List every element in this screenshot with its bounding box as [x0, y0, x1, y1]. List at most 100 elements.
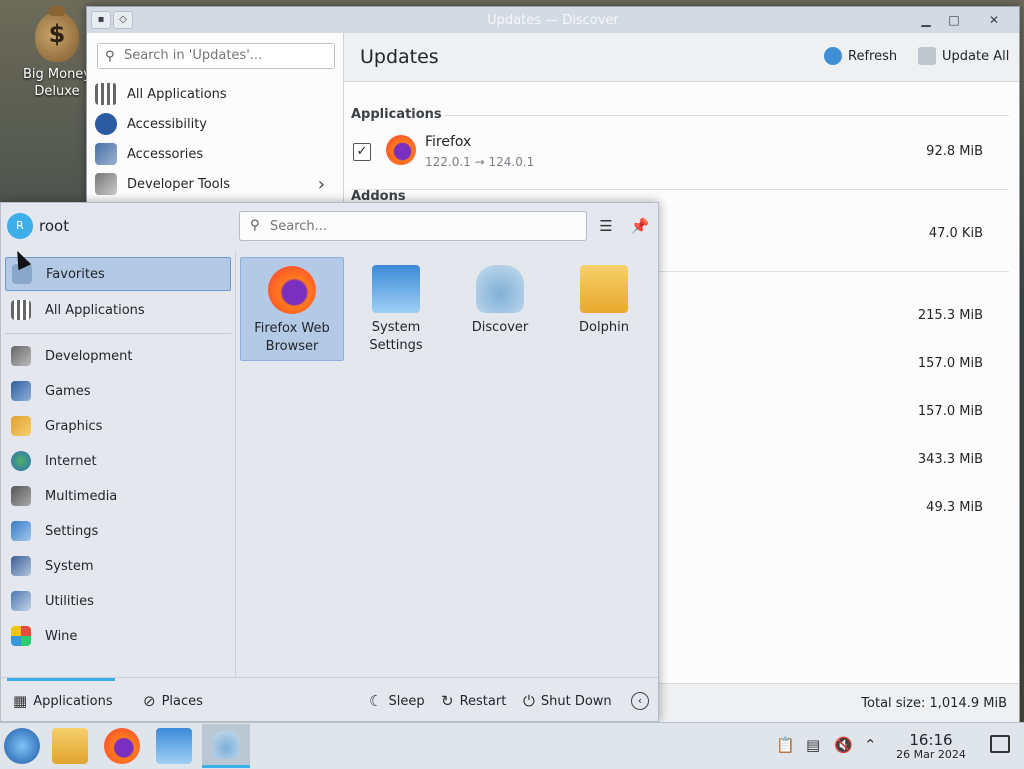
update-item-version: 122.0.1 → 124.0.1	[425, 155, 535, 169]
close-icon[interactable]: ✕	[981, 10, 1007, 30]
update-item-size: 49.3 MiB	[926, 500, 983, 515]
category-label: Favorites	[46, 266, 105, 282]
show-desktop-icon[interactable]	[990, 735, 1010, 753]
category-all-applications[interactable]: All Applications	[5, 293, 231, 327]
update-item-size: 47.0 KiB	[928, 226, 983, 241]
launcher-search-input[interactable]	[268, 218, 572, 235]
update-all-button[interactable]: Update All	[918, 47, 1009, 65]
tab-label: Places	[161, 693, 203, 709]
maximize-icon[interactable]: □	[941, 10, 967, 30]
clock-date: 26 Mar 2024	[896, 748, 966, 761]
sidebar-item-accessories[interactable]: Accessories	[95, 139, 335, 169]
start-menu-icon[interactable]	[4, 728, 40, 764]
favorites-grid: Firefox Web Browser System Settings Disc…	[237, 251, 658, 677]
graphics-icon	[11, 416, 31, 436]
configure-icon[interactable]: ☰	[595, 215, 617, 237]
favorite-firefox[interactable]: Firefox Web Browser	[240, 257, 344, 361]
tab-places[interactable]: ⊘ Places	[143, 692, 203, 710]
refresh-button[interactable]: Refresh	[824, 47, 897, 65]
favorite-label-line1: Firefox Web	[254, 321, 330, 336]
sidebar-item-all-applications[interactable]: All Applications	[95, 79, 335, 109]
section-applications: Applications	[351, 107, 442, 122]
desktop-icon-label-line2: Deluxe	[34, 84, 80, 99]
update-item-size: 343.3 MiB	[917, 452, 983, 467]
minimize-icon[interactable]: ▁	[913, 10, 939, 30]
update-item-size: 92.8 MiB	[926, 144, 983, 159]
taskbar-system-settings-icon[interactable]	[156, 728, 192, 764]
favorite-dolphin[interactable]: Dolphin	[552, 257, 656, 361]
category-system[interactable]: System	[5, 549, 231, 583]
wine-icon	[11, 626, 31, 646]
category-favorites[interactable]: Favorites	[5, 257, 231, 291]
category-games[interactable]: Games	[5, 374, 231, 408]
shutdown-button[interactable]: ⏻ Shut Down	[523, 692, 612, 710]
search-icon: ⚲	[105, 49, 115, 64]
category-development[interactable]: Development	[5, 339, 231, 373]
launcher-search-box[interactable]: ⚲	[239, 211, 587, 241]
volume-muted-icon[interactable]: 🔇	[834, 736, 853, 754]
restart-button[interactable]: ↻ Restart	[441, 692, 506, 710]
update-item-size: 157.0 MiB	[917, 404, 983, 419]
internet-icon	[11, 451, 31, 471]
update-all-label: Update All	[942, 48, 1010, 64]
clock[interactable]: 16:16 26 Mar 2024	[886, 732, 976, 762]
firefox-icon	[268, 266, 316, 314]
sleep-button[interactable]: ☾ Sleep	[369, 692, 425, 710]
system-settings-icon	[372, 265, 420, 313]
taskbar-discover-task[interactable]	[202, 724, 250, 768]
refresh-icon	[824, 47, 842, 65]
sidebar-item-accessibility[interactable]: Accessibility	[95, 109, 335, 139]
leave-options-button[interactable]: ‹	[631, 692, 649, 710]
category-utilities[interactable]: Utilities	[5, 584, 231, 618]
grid-icon	[95, 83, 117, 105]
button-label: Sleep	[388, 693, 425, 709]
window-title: Updates — Discover	[487, 13, 619, 28]
launcher-footer: ▦ Applications ⊘ Places ☾ Sleep ↻ Restar…	[1, 677, 658, 722]
active-tab-indicator	[7, 678, 115, 681]
tab-applications[interactable]: ▦ Applications	[13, 692, 113, 710]
taskbar-firefox-icon[interactable]	[104, 728, 140, 764]
category-label: Multimedia	[45, 488, 118, 504]
section-divider	[444, 115, 1009, 116]
favorite-discover[interactable]: Discover	[448, 257, 552, 361]
clipboard-icon[interactable]: 📋	[776, 736, 795, 754]
category-label: Development	[45, 348, 133, 364]
category-multimedia[interactable]: Multimedia	[5, 479, 231, 513]
taskbar: 📋 ▤ 🔇 ⌃ 16:16 26 Mar 2024	[0, 722, 1024, 769]
firefox-update-checkbox[interactable]: ✓	[353, 143, 371, 161]
search-icon: ⚲	[250, 218, 260, 233]
update-item-size: 215.3 MiB	[917, 308, 983, 323]
category-label: Settings	[45, 523, 99, 539]
taskbar-dolphin-icon[interactable]	[52, 728, 88, 764]
category-divider	[5, 333, 231, 334]
developer-tools-icon	[95, 173, 117, 195]
tab-label: Applications	[33, 693, 113, 709]
category-wine[interactable]: Wine	[5, 619, 231, 653]
update-item-size: 157.0 MiB	[917, 356, 983, 371]
chevron-left-icon: ‹	[631, 692, 649, 710]
window-titlebar[interactable]: ▪ ◇ Updates — Discover ▁ □ ✕	[87, 7, 1019, 33]
chevron-up-icon[interactable]: ⌃	[864, 736, 877, 754]
notes-icon[interactable]: ▤	[806, 736, 820, 754]
firefox-icon	[386, 135, 416, 165]
favorite-label-line2: Settings	[369, 338, 423, 353]
restart-icon: ↻	[441, 692, 454, 710]
category-graphics[interactable]: Graphics	[5, 409, 231, 443]
clock-time: 16:16	[909, 731, 953, 749]
category-settings[interactable]: Settings	[5, 514, 231, 548]
sidebar-item-developer-tools[interactable]: Developer Tools ›	[95, 169, 335, 199]
pin-icon[interactable]: 📌	[629, 215, 651, 237]
launcher-header: R root ⚲ ☰ 📌	[1, 203, 658, 249]
discover-search-input[interactable]	[122, 47, 331, 64]
refresh-label: Refresh	[848, 48, 898, 64]
folder-icon	[580, 265, 628, 313]
desktop-icon-big-money-deluxe[interactable]: $ Big Money Deluxe	[20, 6, 94, 100]
category-internet[interactable]: Internet	[5, 444, 231, 478]
user-name: root	[39, 217, 70, 235]
category-label: Graphics	[45, 418, 103, 434]
button-label: Restart	[459, 693, 507, 709]
favorite-system-settings[interactable]: System Settings	[344, 257, 448, 361]
discover-search-box[interactable]: ⚲	[97, 43, 335, 69]
avatar[interactable]: R	[7, 213, 33, 239]
page-title: Updates	[360, 46, 439, 68]
